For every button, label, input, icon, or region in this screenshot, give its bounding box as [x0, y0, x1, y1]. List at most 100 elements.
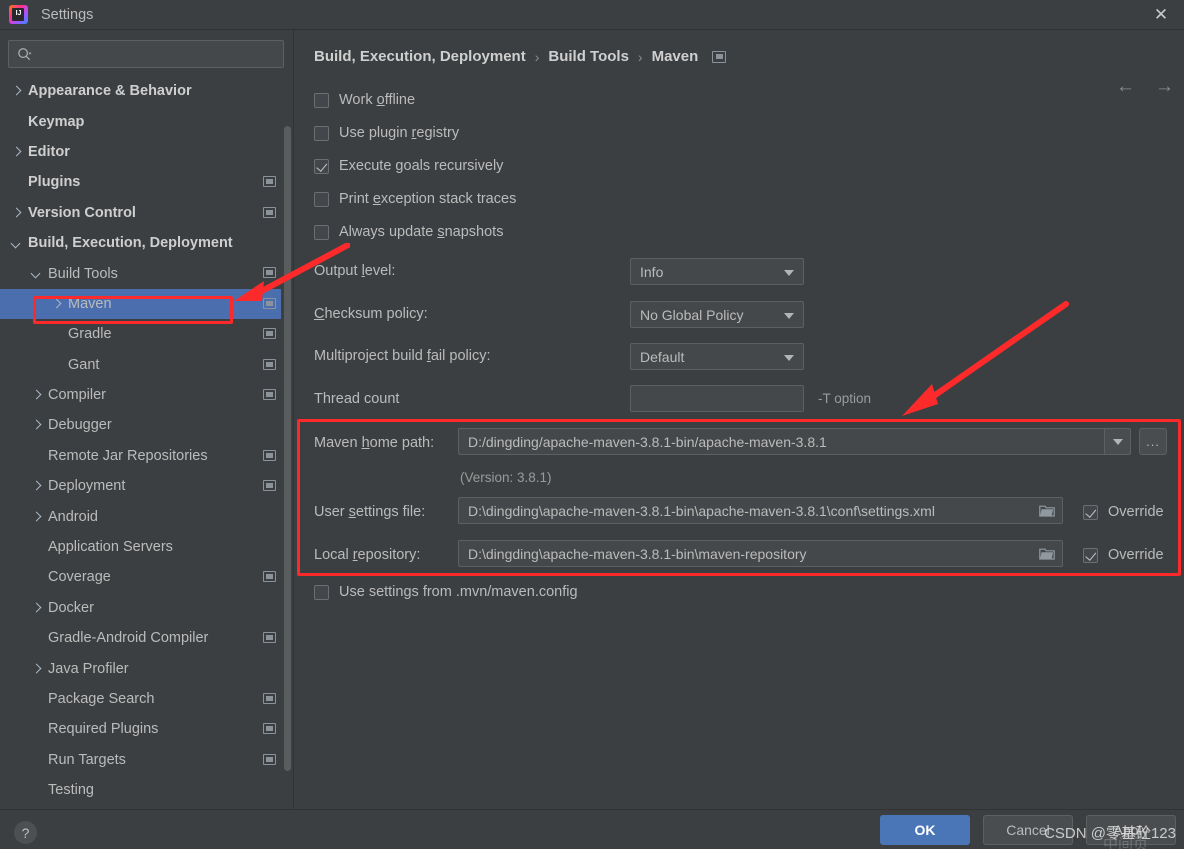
- sidebar-item-application-servers[interactable]: Application Servers: [0, 532, 294, 562]
- chevron-right-icon[interactable]: [30, 419, 43, 432]
- folder-icon[interactable]: [1039, 547, 1055, 560]
- mvn-config-label: Use settings from .mvn/maven.config: [339, 584, 578, 600]
- checkbox-row-always-update-snapshots[interactable]: Always update snapshots: [314, 224, 503, 240]
- mvn-config-checkbox[interactable]: [314, 584, 329, 600]
- sidebar-item-build-execution-deployment[interactable]: Build, Execution, Deployment: [0, 228, 294, 258]
- chevron-right-icon[interactable]: [30, 662, 43, 675]
- use-plugin-registry-checkbox[interactable]: [314, 125, 329, 141]
- folder-icon[interactable]: [1039, 504, 1055, 517]
- project-settings-icon: [263, 267, 276, 279]
- sidebar-item-label: Run Targets: [48, 751, 126, 768]
- sidebar-item-required-plugins[interactable]: Required Plugins: [0, 714, 294, 744]
- title-bar: IJ Settings ✕: [0, 0, 1184, 30]
- breadcrumb-part-1[interactable]: Build, Execution, Deployment: [314, 48, 526, 65]
- search-box[interactable]: [8, 40, 284, 68]
- ok-button[interactable]: OK: [880, 815, 970, 845]
- chevron-right-icon[interactable]: [10, 85, 23, 98]
- chevron-down-icon[interactable]: [30, 267, 43, 280]
- chevron-right-icon[interactable]: [30, 601, 43, 614]
- chevron-right-icon[interactable]: [10, 206, 23, 219]
- sidebar-item-gant[interactable]: Gant: [0, 350, 294, 380]
- execute-goals-recursively-checkbox[interactable]: [314, 158, 329, 174]
- project-settings-icon: [263, 753, 276, 765]
- settings-dialog: IJ Settings ✕ Appearance & Behavior Keyma…: [0, 0, 1184, 849]
- maven-home-path-browse-button[interactable]: ...: [1139, 428, 1167, 455]
- checksum-policy-value: No Global Policy: [640, 306, 744, 323]
- chevron-right-icon[interactable]: [30, 389, 43, 402]
- sidebar-item-docker[interactable]: Docker: [0, 593, 294, 623]
- back-arrow-icon[interactable]: ←: [1116, 76, 1135, 98]
- help-icon[interactable]: ?: [14, 821, 37, 844]
- breadcrumb-part-3[interactable]: Maven: [652, 48, 699, 65]
- sidebar-item-deployment[interactable]: Deployment: [0, 471, 294, 501]
- breadcrumb-part-2[interactable]: Build Tools: [548, 48, 629, 65]
- checkbox-row-print-exception-stack-traces[interactable]: Print exception stack traces: [314, 191, 516, 207]
- local-repository-override-row[interactable]: Override: [1083, 547, 1164, 563]
- navigation-arrows: ← →: [1116, 76, 1174, 98]
- sidebar-item-editor[interactable]: Editor: [0, 137, 294, 167]
- chevron-down-icon: [1112, 438, 1123, 445]
- output-level-select[interactable]: Info: [630, 258, 804, 285]
- sidebar-item-android[interactable]: Android: [0, 501, 294, 531]
- sidebar-item-gradle-android-compiler[interactable]: Gradle-Android Compiler: [0, 623, 294, 653]
- sidebar-item-plugins[interactable]: Plugins: [0, 167, 294, 197]
- chevron-down-icon[interactable]: [10, 237, 23, 250]
- sidebar-item-testing[interactable]: Testing: [0, 775, 294, 805]
- chevron-right-icon[interactable]: [50, 297, 63, 310]
- sidebar-item-run-targets[interactable]: Run Targets: [0, 745, 294, 775]
- sidebar-item-maven[interactable]: Maven: [0, 288, 294, 320]
- sidebar-item-package-search[interactable]: Package Search: [0, 684, 294, 714]
- sidebar-item-label: Deployment: [48, 478, 126, 495]
- thread-count-input[interactable]: [630, 385, 804, 412]
- sidebar-item-debugger[interactable]: Debugger: [0, 410, 294, 440]
- sidebar-item-compiler[interactable]: Compiler: [0, 380, 294, 410]
- local-repository-override-checkbox[interactable]: [1083, 547, 1098, 563]
- sidebar-item-label: Gant: [68, 356, 100, 373]
- checkbox-row-use-plugin-registry[interactable]: Use plugin registry: [314, 125, 459, 141]
- checkbox-row-work-offline[interactable]: Work offline: [314, 92, 415, 108]
- user-settings-file-input[interactable]: D:\dingding\apache-maven-3.8.1-bin\apach…: [458, 497, 1063, 524]
- apply-button[interactable]: Apply: [1086, 815, 1176, 845]
- chevron-right-icon[interactable]: [30, 510, 43, 523]
- maven-home-path-input[interactable]: D:/dingding/apache-maven-3.8.1-bin/apach…: [458, 428, 1127, 455]
- checksum-policy-select[interactable]: No Global Policy: [630, 301, 804, 328]
- breadcrumb: Build, Execution, Deployment › Build Too…: [314, 48, 727, 65]
- fail-policy-select[interactable]: Default: [630, 343, 804, 370]
- sidebar-item-label: Editor: [28, 143, 70, 160]
- print-exception-stack-traces-label: Print exception stack traces: [339, 191, 517, 207]
- sidebar-item-label: Build Tools: [48, 265, 118, 282]
- sidebar-item-remote-jar-repositories[interactable]: Remote Jar Repositories: [0, 441, 294, 471]
- always-update-snapshots-checkbox[interactable]: [314, 224, 329, 240]
- sidebar-item-keymap[interactable]: Keymap: [0, 106, 294, 136]
- settings-sidebar: Appearance & Behavior Keymap Editor Plugins…: [0, 30, 294, 809]
- sidebar-item-gradle[interactable]: Gradle: [0, 319, 294, 349]
- user-settings-override-checkbox[interactable]: [1083, 504, 1098, 520]
- checkbox-row-mvn-config[interactable]: Use settings from .mvn/maven.config: [314, 584, 578, 600]
- work-offline-checkbox[interactable]: [314, 92, 329, 108]
- sidebar-item-build-tools[interactable]: Build Tools: [0, 258, 294, 288]
- sidebar-item-label: Plugins: [28, 174, 81, 191]
- chevron-right-icon[interactable]: [10, 145, 23, 158]
- cancel-button[interactable]: Cancel: [983, 815, 1073, 845]
- sidebar-item-coverage[interactable]: Coverage: [0, 562, 294, 592]
- local-repository-input[interactable]: D:\dingding\apache-maven-3.8.1-bin\maven…: [458, 540, 1063, 567]
- maven-home-path-dropdown-button[interactable]: [1104, 428, 1131, 455]
- sidebar-item-java-profiler[interactable]: Java Profiler: [0, 653, 294, 683]
- chevron-right-icon[interactable]: [30, 480, 43, 493]
- forward-arrow-icon[interactable]: →: [1155, 76, 1174, 98]
- sidebar-item-version-control[interactable]: Version Control: [0, 198, 294, 228]
- close-icon[interactable]: ✕: [1138, 0, 1184, 30]
- sidebar-scrollbar-thumb[interactable]: [284, 126, 291, 771]
- user-settings-file-value: D:\dingding\apache-maven-3.8.1-bin\apach…: [468, 502, 935, 519]
- user-settings-override-label: Override: [1108, 504, 1164, 520]
- checkbox-row-execute-goals-recursively[interactable]: Execute goals recursively: [314, 158, 503, 174]
- user-settings-override-row[interactable]: Override: [1083, 504, 1164, 520]
- search-input[interactable]: [39, 41, 279, 67]
- print-exception-stack-traces-checkbox[interactable]: [314, 191, 329, 207]
- search-container: [0, 30, 294, 74]
- sidebar-item-appearance-behavior[interactable]: Appearance & Behavior: [0, 76, 294, 106]
